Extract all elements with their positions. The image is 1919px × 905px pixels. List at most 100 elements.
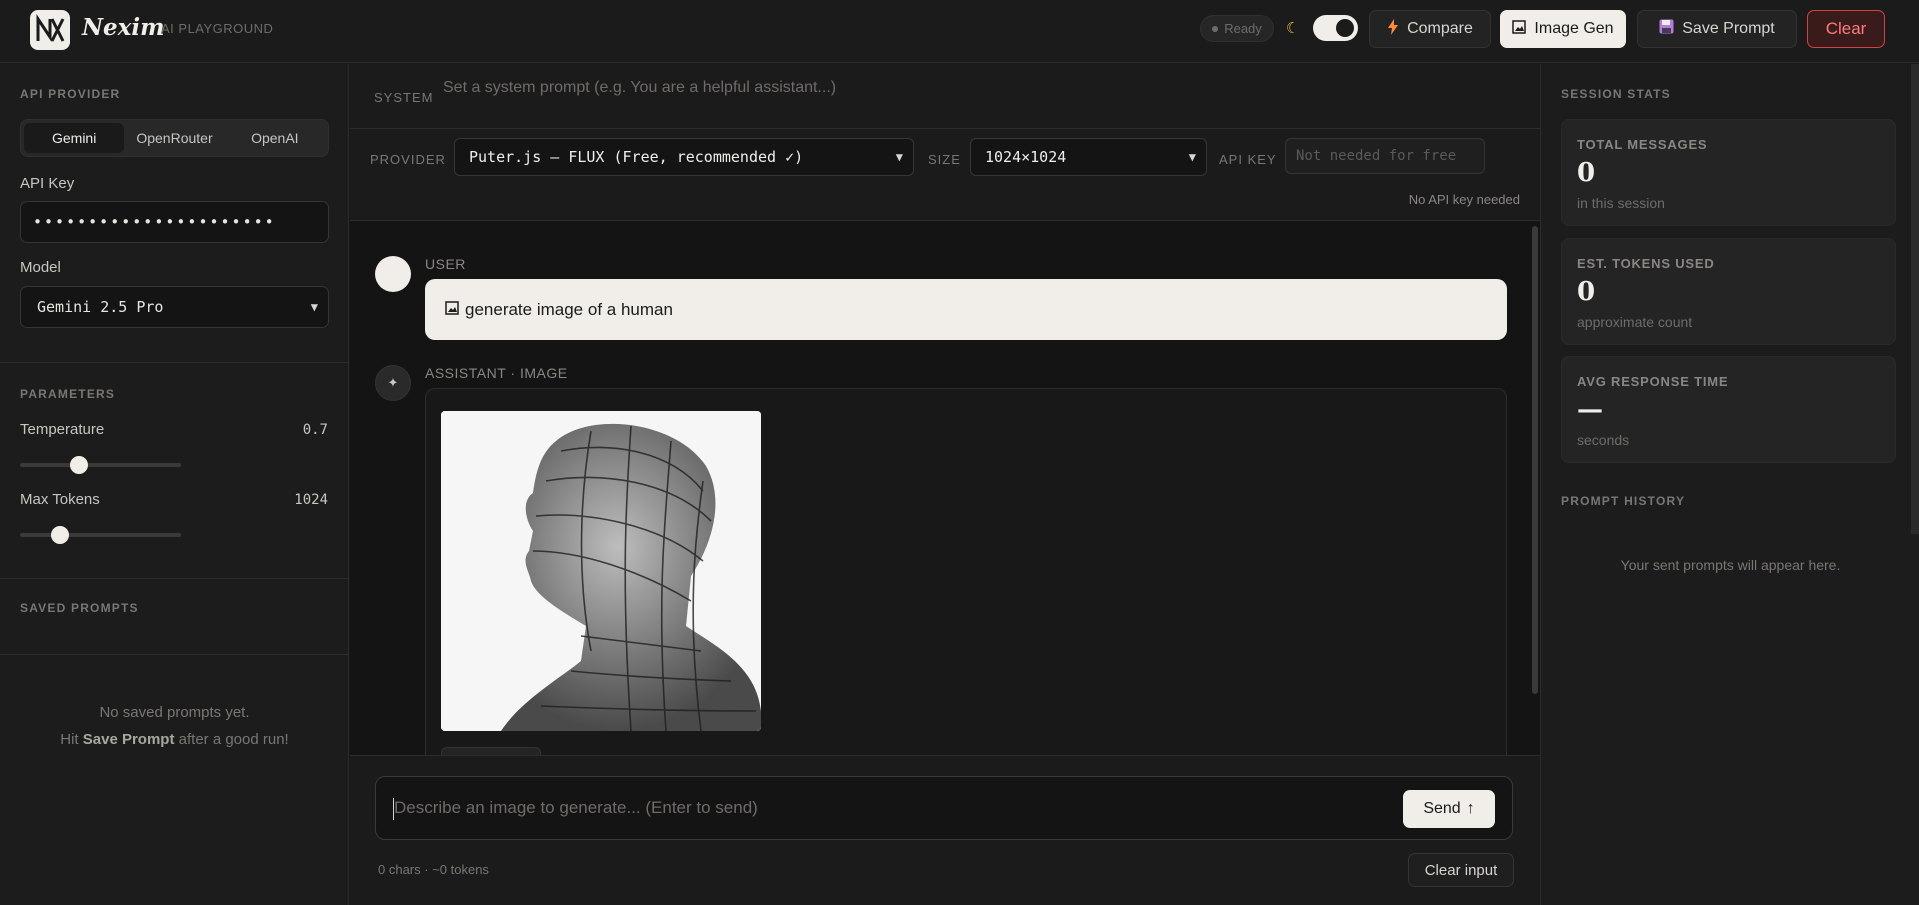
stat-label: TOTAL MESSAGES <box>1577 137 1708 152</box>
saved-prompts-heading: SAVED PROMPTS <box>20 601 139 615</box>
max-tokens-slider[interactable] <box>20 526 181 544</box>
image-gen-label: Image Gen <box>1534 20 1614 37</box>
stat-sub: in this session <box>1577 195 1665 211</box>
image-size-select[interactable]: 1024×1024 ▼ <box>970 138 1207 176</box>
compare-label: Compare <box>1407 20 1473 37</box>
moon-icon: ☾ <box>1286 20 1300 37</box>
stat-avg-response: AVG RESPONSE TIME — seconds <box>1561 356 1896 463</box>
divider <box>0 362 349 363</box>
arrow-up-icon: ↑ <box>1466 800 1475 817</box>
brand-name: Nexim <box>82 14 165 41</box>
assistant-role-label: ASSISTANT · IMAGE <box>425 365 568 381</box>
floppy-disk-icon <box>1659 19 1674 39</box>
config-api-key-label: API KEY <box>1219 152 1277 167</box>
clear-input-button[interactable]: Clear input <box>1408 853 1514 887</box>
model-label: Model <box>20 259 61 276</box>
left-sidebar: API PROVIDER Gemini OpenRouter OpenAI AP… <box>0 64 349 905</box>
system-label: SYSTEM <box>374 90 434 105</box>
config-api-key-input[interactable]: Not needed for free <box>1285 138 1485 174</box>
temperature-value: 0.7 <box>302 422 328 438</box>
image-provider-value: Puter.js — FLUX (Free, recommended ✓) <box>469 148 804 166</box>
stat-sub: seconds <box>1577 432 1630 448</box>
divider <box>0 578 349 579</box>
prompt-history-heading: PROMPT HISTORY <box>1561 494 1686 508</box>
right-sidebar: SESSION STATS TOTAL MESSAGES 0 in this s… <box>1540 64 1919 905</box>
image-config-bar: PROVIDER Puter.js — FLUX (Free, recommen… <box>350 129 1540 221</box>
composer-bar: Describe an image to generate... (Enter … <box>350 755 1540 905</box>
stat-value: 0 <box>1577 158 1596 188</box>
stat-tokens-used: EST. TOKENS USED 0 approximate count <box>1561 238 1896 345</box>
provider-option-gemini[interactable]: Gemini <box>24 123 125 153</box>
divider <box>0 654 349 655</box>
frame-picture-icon <box>445 300 459 320</box>
chevron-down-icon: ▼ <box>895 150 903 164</box>
saved-empty-line2: Hit Save Prompt after a good run! <box>0 726 349 753</box>
image-size-value: 1024×1024 <box>985 148 1067 166</box>
stat-label: EST. TOKENS USED <box>1577 256 1715 271</box>
nx-logo-icon[interactable] <box>30 10 70 50</box>
clear-button[interactable]: Clear <box>1807 10 1885 48</box>
stat-label: AVG RESPONSE TIME <box>1577 374 1729 389</box>
chat-thread[interactable]: U USER generate image of a human ✦ ASSIS… <box>350 222 1540 755</box>
provider-segmented-control: Gemini OpenRouter OpenAI <box>20 119 329 157</box>
top-bar: Nexim AI PLAYGROUND Ready ☾ Compare Imag… <box>0 0 1919 63</box>
char-token-counter: 0 chars · ~0 tokens <box>378 862 489 877</box>
model-value: Gemini 2.5 Pro <box>37 298 164 316</box>
toggle-knob <box>1336 19 1354 37</box>
provider-option-openrouter[interactable]: OpenRouter <box>124 123 224 153</box>
saved-empty-prefix: Hit <box>60 731 83 748</box>
temperature-slider-thumb[interactable] <box>70 456 89 474</box>
image-gen-button[interactable]: Image Gen <box>1500 10 1626 48</box>
generated-image[interactable] <box>441 411 761 731</box>
user-avatar: U <box>375 256 411 292</box>
main-panel: SYSTEM Set a system prompt (e.g. You are… <box>350 64 1540 905</box>
size-label: SIZE <box>928 152 961 167</box>
parameters-heading: PARAMETERS <box>20 387 116 401</box>
prompt-placeholder: Describe an image to generate... (Enter … <box>394 798 758 817</box>
max-tokens-label: Max Tokens <box>20 491 100 508</box>
stat-total-messages: TOTAL MESSAGES 0 in this session <box>1561 119 1896 226</box>
stat-value: — <box>1577 395 1603 425</box>
download-image-button[interactable] <box>441 747 541 755</box>
save-prompt-button[interactable]: Save Prompt <box>1637 10 1797 48</box>
user-role-label: USER <box>425 256 466 272</box>
frame-picture-icon <box>1512 19 1527 39</box>
chevron-down-icon: ▼ <box>310 300 318 314</box>
stat-value: 0 <box>1577 277 1596 307</box>
api-provider-heading: API PROVIDER <box>20 87 121 101</box>
send-button[interactable]: Send ↑ <box>1403 790 1495 828</box>
provider-label: PROVIDER <box>370 152 446 167</box>
system-prompt-input[interactable]: Set a system prompt (e.g. You are a help… <box>443 79 836 97</box>
saved-empty-suffix: after a good run! <box>174 731 289 748</box>
api-key-input[interactable]: •••••••••••••••••••••• <box>20 201 329 243</box>
user-message-bubble: generate image of a human <box>425 279 1507 340</box>
status-text: Ready <box>1224 21 1262 36</box>
api-key-label: API Key <box>20 175 75 192</box>
save-prompt-label: Save Prompt <box>1682 20 1775 37</box>
provider-option-openai[interactable]: OpenAI <box>225 123 325 153</box>
stat-sub: approximate count <box>1577 314 1693 330</box>
theme-toggle[interactable] <box>1313 15 1358 41</box>
lightning-icon <box>1387 18 1399 40</box>
user-message-text: generate image of a human <box>465 299 673 319</box>
chat-scrollbar[interactable] <box>1532 226 1538 694</box>
status-badge: Ready <box>1200 15 1274 42</box>
compare-button[interactable]: Compare <box>1369 10 1491 48</box>
page-scrollbar[interactable] <box>1911 64 1919 534</box>
max-tokens-value: 1024 <box>294 492 328 508</box>
status-dot-icon <box>1212 25 1219 32</box>
prompt-history-empty: Your sent prompts will appear here. <box>1620 557 1841 573</box>
api-key-note: No API key needed <box>1408 192 1520 207</box>
max-tokens-slider-thumb[interactable] <box>51 526 70 544</box>
assistant-image-card <box>425 388 1507 755</box>
send-label: Send <box>1423 800 1461 817</box>
brand-subtitle: AI PLAYGROUND <box>161 21 274 36</box>
saved-prompts-empty: No saved prompts yet. Hit Save Prompt af… <box>0 699 349 753</box>
image-provider-select[interactable]: Puter.js — FLUX (Free, recommended ✓) ▼ <box>454 138 914 176</box>
saved-empty-bold: Save Prompt <box>82 731 175 748</box>
chevron-down-icon: ▼ <box>1188 150 1196 164</box>
prompt-input[interactable]: Describe an image to generate... (Enter … <box>375 776 1513 840</box>
temperature-slider[interactable] <box>20 456 181 474</box>
system-prompt-bar: SYSTEM Set a system prompt (e.g. You are… <box>350 64 1540 129</box>
model-select[interactable]: Gemini 2.5 Pro ▼ <box>20 286 329 328</box>
